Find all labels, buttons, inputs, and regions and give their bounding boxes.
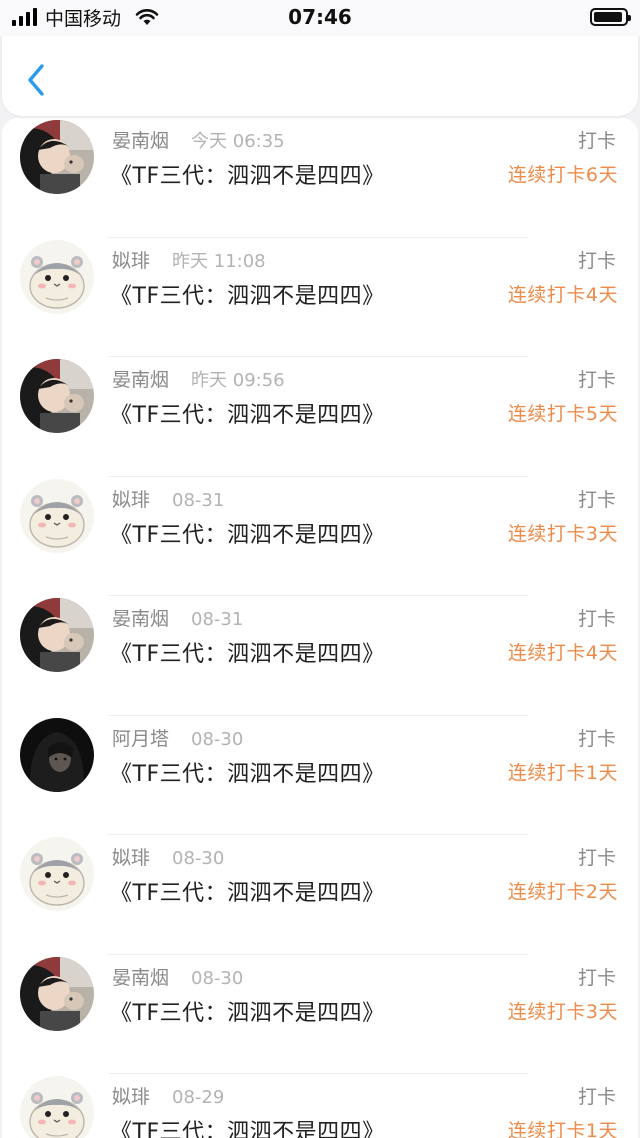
list-item[interactable]: 晏南烟 昨天 09:56 《TF三代：泗泗不是四四》 打卡 连续打卡5天 bbox=[2, 357, 638, 477]
item-meta: 姒琲 08-29 bbox=[112, 1082, 224, 1109]
streak-label: 连续打卡3天 bbox=[507, 522, 618, 545]
action-label: 打卡 bbox=[577, 847, 616, 869]
book-title[interactable]: 《TF三代：泗泗不是四四》 bbox=[110, 158, 385, 190]
action-label: 打卡 bbox=[577, 727, 616, 750]
back-button[interactable] bbox=[22, 60, 52, 100]
girl-photo-avatar bbox=[20, 598, 94, 672]
timestamp: 08-30 bbox=[191, 728, 244, 750]
action-label: 打卡 bbox=[577, 369, 616, 391]
girl-photo-avatar bbox=[20, 120, 94, 194]
username[interactable]: 晏南烟 bbox=[112, 604, 169, 631]
username[interactable]: 姒琲 bbox=[112, 246, 150, 273]
avatar[interactable] bbox=[20, 120, 94, 194]
item-meta: 晏南烟 08-30 bbox=[112, 963, 243, 990]
book-title[interactable]: 《TF三代：泗泗不是四四》 bbox=[110, 278, 385, 310]
avatar[interactable] bbox=[20, 359, 94, 433]
avatar[interactable] bbox=[20, 717, 94, 792]
book-title[interactable]: 《TF三代：泗泗不是四四》 bbox=[110, 756, 385, 788]
hamster-avatar bbox=[20, 239, 94, 314]
book-title[interactable]: 《TF三代：泗泗不是四四》 bbox=[110, 397, 385, 429]
timestamp: 08-31 bbox=[172, 489, 225, 511]
item-meta: 阿月塔 08-30 bbox=[112, 724, 243, 751]
streak-label: 连续打卡6天 bbox=[507, 164, 618, 186]
streak-label: 连续打卡2天 bbox=[507, 881, 618, 903]
timestamp: 08-29 bbox=[172, 1087, 225, 1108]
list-item[interactable]: 姒琲 昨天 11:08 《TF三代：泗泗不是四四》 打卡 连续打卡4天 bbox=[2, 238, 638, 357]
book-title[interactable]: 《TF三代：泗泗不是四四》 bbox=[110, 517, 385, 549]
username[interactable]: 阿月塔 bbox=[112, 724, 169, 751]
username[interactable]: 晏南烟 bbox=[112, 126, 169, 153]
battery-icon bbox=[590, 8, 631, 26]
action-label: 打卡 bbox=[577, 966, 616, 989]
avatar[interactable] bbox=[20, 239, 94, 314]
timestamp: 今天 06:35 bbox=[191, 131, 285, 152]
girl-photo-avatar bbox=[20, 956, 94, 1031]
streak-label: 连续打卡5天 bbox=[507, 403, 618, 425]
username[interactable]: 姒琲 bbox=[112, 485, 150, 512]
list-item[interactable]: 晏南烟 今天 06:35 《TF三代：泗泗不是四四》 打卡 连续打卡6天 bbox=[2, 118, 638, 238]
streak-label: 连续打卡4天 bbox=[507, 283, 618, 306]
streak-label: 连续打卡4天 bbox=[507, 642, 618, 664]
dark-girl-avatar bbox=[20, 717, 94, 792]
action-label: 打卡 bbox=[577, 608, 616, 630]
action-label: 打卡 bbox=[577, 1086, 616, 1108]
item-meta: 姒琲 昨天 11:08 bbox=[112, 246, 266, 273]
list-item[interactable]: 阿月塔 08-30 《TF三代：泗泗不是四四》 打卡 连续打卡1天 bbox=[2, 716, 638, 835]
avatar[interactable] bbox=[20, 837, 94, 911]
timestamp: 08-30 bbox=[172, 848, 225, 869]
streak-label: 连续打卡3天 bbox=[507, 1000, 618, 1023]
timestamp: 08-30 bbox=[191, 967, 244, 989]
list-item[interactable]: 姒琲 08-30 《TF三代：泗泗不是四四》 打卡 连续打卡2天 bbox=[2, 835, 638, 955]
streak-label: 连续打卡1天 bbox=[507, 761, 618, 784]
book-title[interactable]: 《TF三代：泗泗不是四四》 bbox=[110, 636, 385, 668]
status-bar: 中国移动 07:46 bbox=[0, 0, 640, 36]
item-meta: 晏南烟 08-31 bbox=[112, 604, 243, 631]
timestamp: 昨天 11:08 bbox=[172, 250, 266, 272]
timestamp: 昨天 09:56 bbox=[191, 370, 285, 391]
hamster-avatar bbox=[20, 837, 94, 911]
avatar[interactable] bbox=[20, 956, 94, 1031]
nav-bar bbox=[2, 36, 638, 116]
username[interactable]: 晏南烟 bbox=[112, 365, 169, 392]
avatar[interactable] bbox=[20, 478, 94, 553]
hamster-avatar bbox=[20, 478, 94, 553]
list-item[interactable]: 姒琲 08-31 《TF三代：泗泗不是四四》 打卡 连续打卡3天 bbox=[2, 477, 638, 596]
streak-label: 连续打卡1天 bbox=[507, 1120, 618, 1138]
book-title[interactable]: 《TF三代：泗泗不是四四》 bbox=[110, 875, 385, 907]
username[interactable]: 姒琲 bbox=[112, 843, 150, 870]
list-item[interactable]: 晏南烟 08-31 《TF三代：泗泗不是四四》 打卡 连续打卡4天 bbox=[2, 596, 638, 716]
item-meta: 晏南烟 今天 06:35 bbox=[112, 126, 285, 153]
username[interactable]: 晏南烟 bbox=[112, 963, 169, 990]
action-label: 打卡 bbox=[577, 130, 616, 152]
girl-photo-avatar bbox=[20, 359, 94, 433]
hamster-avatar bbox=[20, 1076, 94, 1138]
action-label: 打卡 bbox=[577, 488, 616, 511]
book-title[interactable]: 《TF三代：泗泗不是四四》 bbox=[110, 995, 385, 1027]
checkin-list: 晏南烟 今天 06:35 《TF三代：泗泗不是四四》 打卡 连续打卡6天 姒琲 … bbox=[2, 118, 638, 1138]
avatar[interactable] bbox=[20, 1076, 94, 1138]
username[interactable]: 姒琲 bbox=[112, 1082, 150, 1109]
item-meta: 晏南烟 昨天 09:56 bbox=[112, 365, 285, 392]
list-item[interactable]: 晏南烟 08-30 《TF三代：泗泗不是四四》 打卡 连续打卡3天 bbox=[2, 955, 638, 1074]
item-meta: 姒琲 08-31 bbox=[112, 485, 224, 512]
avatar[interactable] bbox=[20, 598, 94, 672]
timestamp: 08-31 bbox=[191, 609, 244, 630]
chevron-left-icon bbox=[28, 64, 44, 96]
status-time: 07:46 bbox=[288, 5, 352, 29]
list-item[interactable]: 姒琲 08-29 《TF三代：泗泗不是四四》 打卡 连续打卡1天 bbox=[2, 1074, 638, 1138]
book-title[interactable]: 《TF三代：泗泗不是四四》 bbox=[110, 1114, 385, 1138]
item-meta: 姒琲 08-30 bbox=[112, 843, 224, 870]
action-label: 打卡 bbox=[577, 249, 616, 272]
